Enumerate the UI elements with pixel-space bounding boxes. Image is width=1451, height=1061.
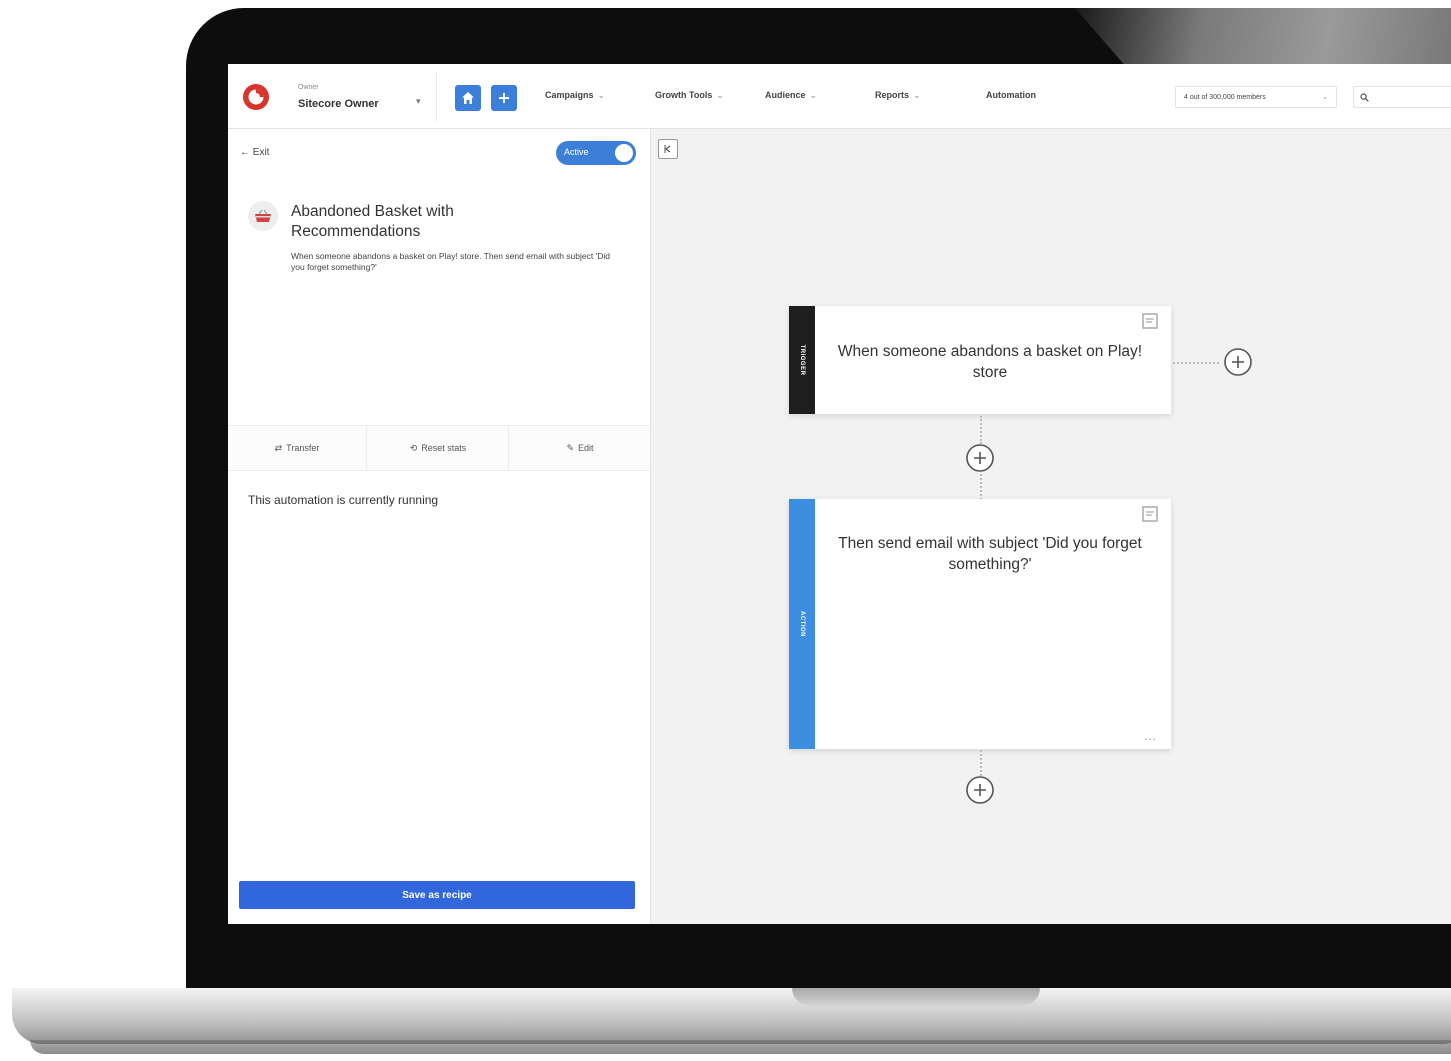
exit-label: Exit <box>252 147 270 158</box>
basket-icon <box>248 201 278 231</box>
transfer-button[interactable]: ⇄ Transfer <box>228 426 366 470</box>
chevron-down-icon: ⌄ <box>597 90 606 100</box>
trigger-text: When someone abandons a basket on Play! … <box>837 343 1143 381</box>
edit-button[interactable]: ✎ Edit <box>508 426 651 470</box>
reset-stats-button[interactable]: ⟲ Reset stats <box>366 426 509 470</box>
chevron-down-icon: ⌄ <box>809 90 818 100</box>
action-strip: ACTION <box>789 499 815 749</box>
note-icon[interactable] <box>1141 312 1159 330</box>
trigger-strip-label: TRIGGER <box>799 344 805 376</box>
plus-icon <box>499 93 509 103</box>
nav-growth-tools[interactable]: Growth Tools ⌄ <box>655 90 724 101</box>
laptop-base-shadow <box>30 1040 1451 1054</box>
workflow-canvas[interactable]: TRIGGER When someone abandons a basket o… <box>651 129 1451 924</box>
transfer-icon: ⇄ <box>274 442 283 453</box>
chevron-down-icon: ⌄ <box>716 90 724 100</box>
arrow-left-icon: ← <box>240 147 250 158</box>
app-screen: Owner Sitecore Owner ▾ Campaigns ⌄ Growth… <box>228 64 1451 924</box>
trigger-connector <box>980 416 982 444</box>
more-options-icon[interactable]: ... <box>1144 729 1157 743</box>
chevron-down-icon: ▾ <box>416 96 421 106</box>
toggle-label: Active <box>564 147 589 157</box>
nav-audience[interactable]: Audience ⌄ <box>765 90 817 101</box>
automation-details-panel: ← Exit Active Abandoned Basket with Reco… <box>228 129 651 924</box>
pencil-icon: ✎ <box>566 442 575 453</box>
add-step-icon[interactable] <box>965 443 995 473</box>
toggle-knob <box>615 144 633 162</box>
reset-icon: ⟲ <box>409 442 418 453</box>
search-icon <box>1360 93 1369 102</box>
sitecore-logo[interactable] <box>241 82 271 112</box>
account-caption: Owner <box>298 84 319 91</box>
transfer-label: Transfer <box>286 443 320 453</box>
active-toggle[interactable]: Active <box>556 141 636 165</box>
action-strip-label: ACTION <box>799 611 805 637</box>
nav-automation[interactable]: Automation <box>986 90 1036 100</box>
exit-link[interactable]: ← Exit <box>240 147 269 158</box>
members-count: 4 out of 300,000 members <box>1184 93 1266 101</box>
action-card[interactable]: ACTION Then send email with subject 'Did… <box>789 499 1171 749</box>
automation-status: This automation is currently running <box>248 493 439 507</box>
create-button[interactable] <box>491 85 517 111</box>
action-text: Then send email with subject 'Did you fo… <box>838 535 1142 573</box>
action-connector <box>980 474 982 500</box>
automation-title: Abandoned Basket with Recommendations <box>291 203 454 240</box>
nav-campaigns-label: Campaigns <box>545 90 594 100</box>
search-input[interactable] <box>1353 86 1451 108</box>
trigger-strip: TRIGGER <box>789 306 815 414</box>
members-dropdown[interactable]: 4 out of 300,000 members ⌄ <box>1175 86 1337 108</box>
chevron-down-icon: ⌄ <box>1322 94 1328 101</box>
save-as-recipe-button[interactable]: Save as recipe <box>239 881 635 909</box>
nav-automation-label: Automation <box>986 90 1036 100</box>
nav-growth-tools-label: Growth Tools <box>655 90 713 100</box>
laptop-notch <box>792 988 1040 1006</box>
edit-label: Edit <box>578 443 594 453</box>
chevron-down-icon: ⌄ <box>913 90 921 100</box>
nav-campaigns[interactable]: Campaigns ⌄ <box>545 90 605 101</box>
bezel-reflection <box>1075 8 1451 66</box>
trigger-branch-connector <box>1173 362 1219 364</box>
end-connector <box>980 750 982 776</box>
collapse-panel-icon <box>664 145 671 153</box>
account-name: Sitecore Owner <box>298 98 379 110</box>
note-icon[interactable] <box>1141 505 1159 523</box>
nav-reports[interactable]: Reports ⌄ <box>875 90 921 101</box>
reset-stats-label: Reset stats <box>421 443 467 453</box>
automation-description: When someone abandons a basket on Play! … <box>291 251 610 272</box>
account-switcher[interactable]: Owner Sitecore Owner ▾ <box>288 72 437 122</box>
trigger-card[interactable]: TRIGGER When someone abandons a basket o… <box>789 306 1171 414</box>
home-icon <box>462 92 474 104</box>
top-nav-bar: Owner Sitecore Owner ▾ Campaigns ⌄ Growth… <box>228 64 1451 129</box>
laptop-base <box>12 988 1451 1044</box>
nav-audience-label: Audience <box>765 90 806 100</box>
home-button[interactable] <box>455 85 481 111</box>
add-step-icon[interactable] <box>965 775 995 805</box>
automation-actions: ⇄ Transfer ⟲ Reset stats ✎ Edit <box>228 425 650 471</box>
add-branch-icon[interactable] <box>1223 347 1253 377</box>
nav-reports-label: Reports <box>875 90 910 100</box>
collapse-panel-button[interactable] <box>658 139 678 159</box>
